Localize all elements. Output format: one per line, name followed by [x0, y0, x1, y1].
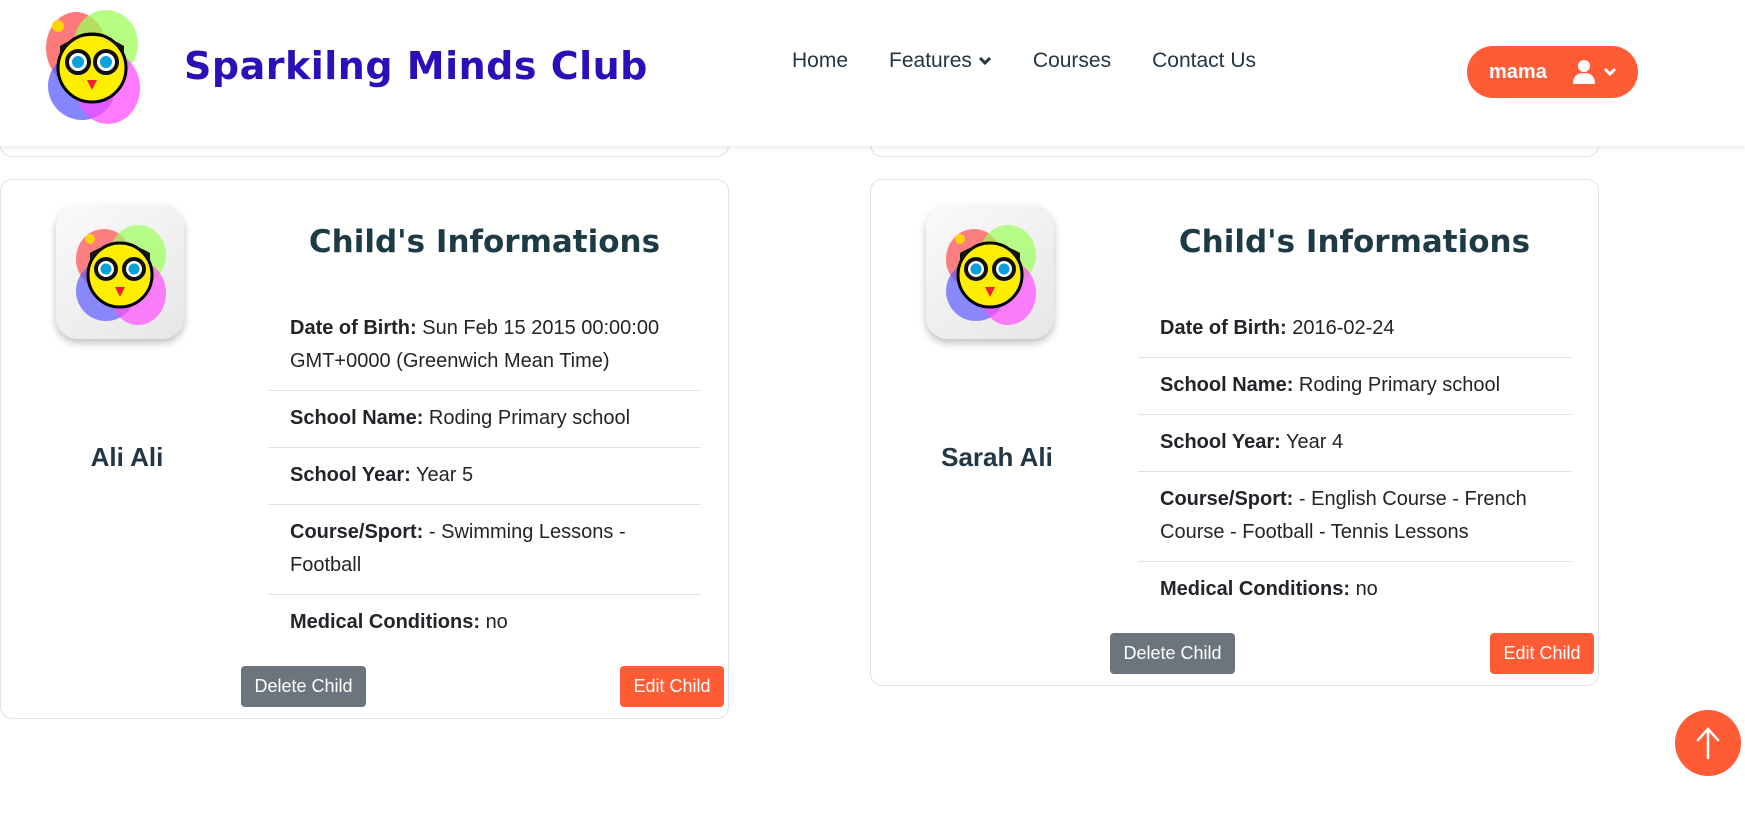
- nav-courses[interactable]: Courses: [1033, 49, 1111, 73]
- nav-courses-label: Courses: [1032, 49, 1112, 72]
- child-name: Ali Ali: [90, 442, 164, 472]
- chevron-down-icon: [1603, 67, 1617, 77]
- dob-label: Date of Birth:: [290, 317, 417, 339]
- edit-child-button[interactable]: Edit Child: [620, 666, 724, 707]
- owl-icon: [76, 225, 166, 325]
- dob-label: Date of Birth:: [1160, 317, 1287, 339]
- medical-value: no: [485, 611, 508, 633]
- nav-contact[interactable]: Contact Us: [1152, 49, 1256, 73]
- delete-child-button[interactable]: Delete Child: [1110, 633, 1235, 674]
- logo-owl-icon[interactable]: [44, 6, 140, 124]
- nav-home[interactable]: Home: [792, 49, 848, 73]
- user-menu-button[interactable]: mama: [1467, 46, 1638, 98]
- chevron-down-icon: [978, 56, 991, 66]
- nav-contact-label: Contact Us: [1152, 49, 1256, 72]
- info-list: Date of Birth: 2016-02-24 School Name: R…: [1138, 301, 1571, 618]
- school-value: Roding Primary school: [428, 407, 631, 429]
- nav-home-label: Home: [792, 49, 849, 72]
- main-nav: Home Features Courses Contact Us: [792, 49, 1297, 73]
- school-value: Roding Primary school: [1298, 374, 1501, 396]
- year-label: School Year:: [1160, 431, 1281, 453]
- info-title: Child's Informations: [308, 224, 661, 260]
- school-label: School Name:: [290, 407, 424, 429]
- list-item-dob: Date of Birth: 2016-02-24: [1138, 301, 1571, 358]
- edit-child-button[interactable]: Edit Child: [1490, 633, 1594, 674]
- year-value: Year 5: [416, 464, 474, 486]
- list-item-medical: Medical Conditions: no: [268, 595, 701, 651]
- list-item-dob: Date of Birth: Sun Feb 15 2015 00:00:00 …: [268, 301, 701, 391]
- child-name: Sarah Ali: [941, 442, 1053, 472]
- child-avatar: [56, 205, 184, 339]
- school-label: School Name:: [1160, 374, 1294, 396]
- year-value: Year 4: [1286, 431, 1344, 453]
- child-avatar: [926, 205, 1054, 339]
- list-item-year: School Year: Year 4: [1138, 415, 1571, 472]
- year-label: School Year:: [290, 464, 411, 486]
- course-label: Course/Sport:: [1160, 488, 1294, 510]
- list-item-medical: Medical Conditions: no: [1138, 562, 1571, 618]
- user-name: mama: [1489, 60, 1547, 83]
- nav-features-label: Features: [889, 49, 972, 72]
- list-item-year: School Year: Year 5: [268, 448, 701, 505]
- delete-child-button[interactable]: Delete Child: [241, 666, 366, 707]
- info-list: Date of Birth: Sun Feb 15 2015 00:00:00 …: [268, 301, 701, 651]
- brand-title[interactable]: Sparkilng Minds Club: [184, 44, 648, 88]
- back-to-top-button[interactable]: [1675, 710, 1741, 776]
- child-card: Ali Ali Child's Informations Date of Bir…: [0, 179, 729, 719]
- list-item-course: Course/Sport: - English Course - French …: [1138, 472, 1571, 562]
- arrow-up-icon: [1696, 727, 1720, 760]
- child-card: Sarah Ali Child's Informations Date of B…: [870, 179, 1599, 686]
- list-item-school: School Name: Roding Primary school: [1138, 358, 1571, 415]
- medical-label: Medical Conditions:: [1160, 578, 1350, 600]
- dob-value: 2016-02-24: [1292, 317, 1395, 339]
- course-label: Course/Sport:: [290, 521, 424, 543]
- owl-icon: [946, 225, 1036, 325]
- user-icon: [1573, 60, 1595, 84]
- list-item-course: Course/Sport: - Swimming Lessons - Footb…: [268, 505, 701, 595]
- site-header: Sparkilng Minds Club Home Features Cours…: [0, 0, 1745, 146]
- nav-features[interactable]: Features: [889, 49, 992, 73]
- medical-label: Medical Conditions:: [290, 611, 480, 633]
- list-item-school: School Name: Roding Primary school: [268, 391, 701, 448]
- info-title: Child's Informations: [1178, 224, 1531, 260]
- medical-value: no: [1355, 578, 1378, 600]
